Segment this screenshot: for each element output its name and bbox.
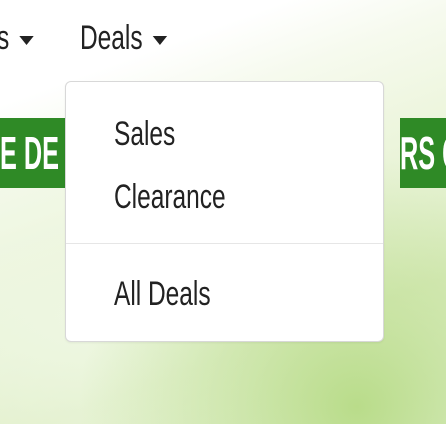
- promo-banner-left-text: E DE: [0, 127, 60, 179]
- nav-item-previous[interactable]: s: [0, 18, 34, 58]
- menu-item-sales[interactable]: Sales: [114, 110, 175, 158]
- promo-banner-left[interactable]: E DE: [0, 118, 66, 188]
- deals-dropdown-menu: Sales Clearance All Deals: [65, 81, 384, 342]
- menu-item-clearance[interactable]: Clearance: [114, 173, 226, 221]
- nav-item-previous-label: s: [0, 19, 9, 58]
- chevron-down-icon: [152, 35, 168, 45]
- menu-divider: [66, 243, 383, 244]
- promo-banner-right-text: RS C: [400, 127, 446, 179]
- nav-item-deals-label: Deals: [80, 18, 143, 57]
- menu-item-all-deals[interactable]: All Deals: [114, 270, 211, 318]
- chevron-down-icon: [19, 35, 34, 45]
- promo-banner-right[interactable]: RS C: [400, 118, 446, 188]
- main-nav: s Deals: [0, 0, 446, 78]
- nav-item-deals[interactable]: Deals: [80, 18, 168, 58]
